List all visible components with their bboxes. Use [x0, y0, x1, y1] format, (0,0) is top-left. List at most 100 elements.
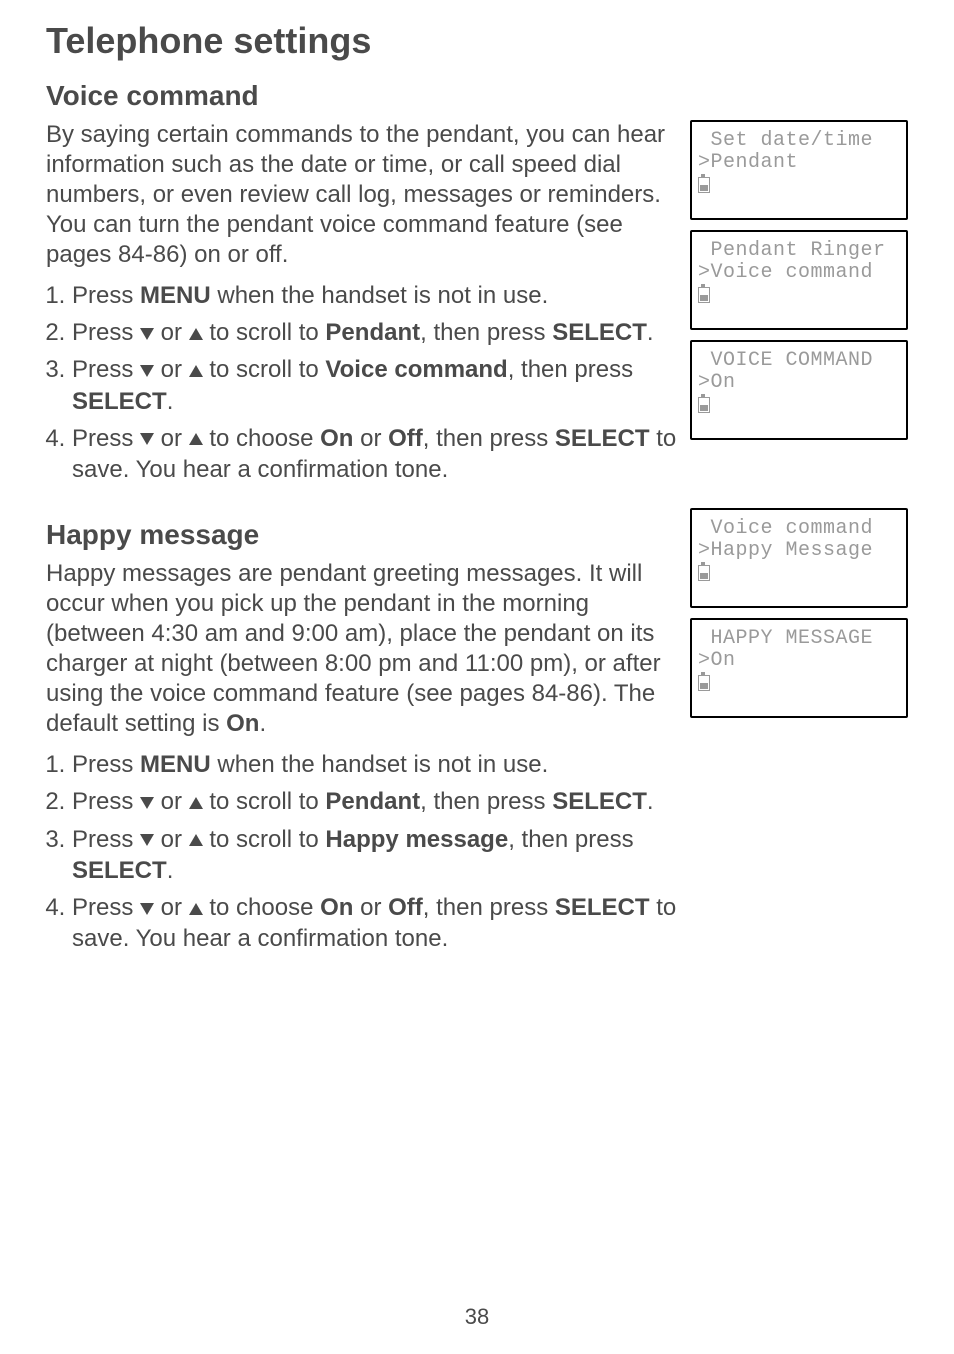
lcd-line: Set date/time	[698, 130, 900, 152]
lcd-line: HAPPY MESSAGE	[698, 628, 900, 650]
battery-icon	[698, 287, 710, 303]
hm-step-4: Press or to choose On or Off, then press…	[72, 892, 678, 954]
up-arrow-icon	[189, 365, 203, 377]
text: , then press	[423, 425, 555, 452]
pendant-label: Pendant	[325, 788, 420, 815]
text: when the handset is not in use.	[211, 282, 549, 309]
lcd-line: >Pendant	[698, 152, 900, 174]
text: to choose	[203, 894, 320, 921]
happy-message-steps: Press MENU when the handset is not in us…	[46, 749, 678, 954]
text: to scroll to	[203, 356, 326, 383]
lcd-line: >Voice command	[698, 262, 900, 284]
text: , then press	[508, 356, 633, 383]
battery-icon	[698, 397, 710, 413]
select-key: SELECT	[552, 788, 647, 815]
vc-step-3: Press or to scroll to Voice command, the…	[72, 354, 678, 416]
page-number: 38	[0, 1304, 954, 1330]
down-arrow-icon	[140, 365, 154, 377]
text: .	[167, 388, 174, 415]
select-key: SELECT	[72, 857, 167, 884]
select-key: SELECT	[72, 388, 167, 415]
lcd-screen-pendant: Set date/time >Pendant	[690, 120, 908, 220]
battery-icon	[698, 675, 710, 691]
text: to scroll to	[203, 788, 326, 815]
text: to choose	[203, 425, 320, 452]
lcd-line: Pendant Ringer	[698, 240, 900, 262]
off-label: Off	[388, 894, 423, 921]
pendant-label: Pendant	[325, 319, 420, 346]
select-key: SELECT	[555, 894, 650, 921]
happy-message-intro: Happy messages are pendant greeting mess…	[46, 559, 678, 739]
lcd-screen-happy-message-menu: Voice command >Happy Message	[690, 508, 908, 608]
text: .	[167, 857, 174, 884]
up-arrow-icon	[189, 433, 203, 445]
text: when the handset is not in use.	[211, 751, 549, 778]
text: , then press	[508, 826, 633, 853]
text: .	[647, 319, 654, 346]
hm-step-3: Press or to scroll to Happy message, the…	[72, 824, 678, 886]
select-key: SELECT	[552, 319, 647, 346]
voice-command-steps: Press MENU when the handset is not in us…	[46, 280, 678, 485]
lcd-screen-happy-message-on: HAPPY MESSAGE >On	[690, 618, 908, 718]
text: or	[154, 319, 189, 346]
lcd-line: >Happy Message	[698, 540, 900, 562]
lcd-line: >On	[698, 650, 900, 672]
up-arrow-icon	[189, 903, 203, 915]
lcd-screen-voice-command-menu: Pendant Ringer >Voice command	[690, 230, 908, 330]
down-arrow-icon	[140, 903, 154, 915]
voice-command-heading: Voice command	[46, 80, 908, 112]
text: , then press	[420, 319, 552, 346]
page-title: Telephone settings	[46, 20, 908, 62]
lcd-line: VOICE COMMAND	[698, 350, 900, 372]
text: .	[259, 710, 266, 737]
text: Press	[72, 319, 140, 346]
select-key: SELECT	[555, 425, 650, 452]
lcd-line: >On	[698, 372, 900, 394]
down-arrow-icon	[140, 834, 154, 846]
text: or	[353, 894, 388, 921]
on-label: On	[320, 894, 353, 921]
voice-command-intro: By saying certain commands to the pendan…	[46, 120, 678, 270]
text: , then press	[420, 788, 552, 815]
lcd-screen-voice-command-on: VOICE COMMAND >On	[690, 340, 908, 440]
battery-icon	[698, 177, 710, 193]
text: .	[647, 788, 654, 815]
vc-step-4: Press or to choose On or Off, then press…	[72, 423, 678, 485]
up-arrow-icon	[189, 797, 203, 809]
on-label: On	[320, 425, 353, 452]
text: Happy messages are pendant greeting mess…	[46, 560, 661, 737]
text: or	[353, 425, 388, 452]
text: or	[154, 356, 189, 383]
down-arrow-icon	[140, 433, 154, 445]
text: Press	[72, 894, 140, 921]
happy-message-heading: Happy message	[46, 519, 678, 551]
voice-command-label: Voice command	[325, 356, 507, 383]
text: Press	[72, 282, 140, 309]
text: Press	[72, 826, 140, 853]
text: Press	[72, 751, 140, 778]
up-arrow-icon	[189, 328, 203, 340]
text: or	[154, 826, 189, 853]
text: to scroll to	[203, 319, 326, 346]
hm-step-1: Press MENU when the handset is not in us…	[72, 749, 678, 780]
menu-key: MENU	[140, 282, 211, 309]
text: Press	[72, 425, 140, 452]
on-label: On	[226, 710, 259, 737]
down-arrow-icon	[140, 328, 154, 340]
battery-icon	[698, 565, 710, 581]
up-arrow-icon	[189, 834, 203, 846]
down-arrow-icon	[140, 797, 154, 809]
vc-step-1: Press MENU when the handset is not in us…	[72, 280, 678, 311]
off-label: Off	[388, 425, 423, 452]
text: , then press	[423, 894, 555, 921]
text: or	[154, 425, 189, 452]
lcd-line: Voice command	[698, 518, 900, 540]
menu-key: MENU	[140, 751, 211, 778]
text: Press	[72, 356, 140, 383]
hm-step-2: Press or to scroll to Pendant, then pres…	[72, 786, 678, 817]
text: to scroll to	[203, 826, 326, 853]
text: Press	[72, 788, 140, 815]
happy-message-label: Happy message	[325, 826, 508, 853]
vc-step-2: Press or to scroll to Pendant, then pres…	[72, 317, 678, 348]
text: or	[154, 788, 189, 815]
